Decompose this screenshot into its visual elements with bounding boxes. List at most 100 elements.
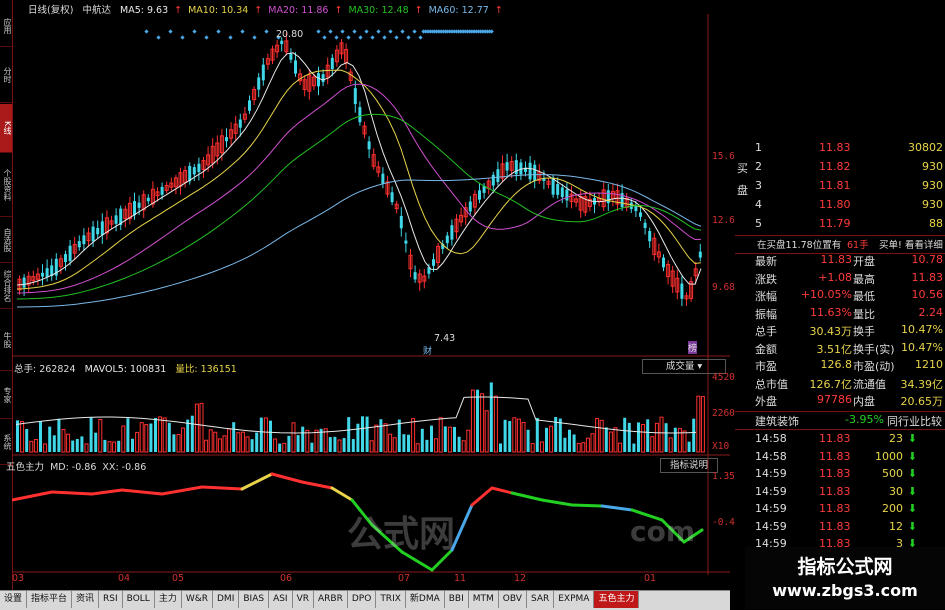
volume-bar xyxy=(126,418,130,452)
indicator-tab[interactable]: ARBR xyxy=(314,591,348,608)
x-axis-label: 03 xyxy=(12,573,25,584)
indicator-tab[interactable]: RSI xyxy=(99,591,123,608)
volume-bar xyxy=(646,419,650,452)
kline-chart-area[interactable]: 日线(复权) 中航达 MA5: 9.63 ↑ MA10: 10.34 ↑ MA20: 1… xyxy=(6,0,741,584)
candle-body xyxy=(114,215,118,224)
indicator-tab[interactable]: DPO xyxy=(347,591,377,608)
volume-bar xyxy=(590,433,595,453)
indicator-tab[interactable]: 新DMA xyxy=(405,591,445,608)
quote-value: 30.43万 xyxy=(809,325,853,338)
indicator-tab[interactable]: DMI xyxy=(213,591,240,608)
five-color-segment xyxy=(240,472,274,491)
volume-bar xyxy=(337,439,342,453)
indicator-tab[interactable]: TRIX xyxy=(376,591,406,608)
candle-body xyxy=(197,163,201,173)
left-tab[interactable]: 自选股 xyxy=(0,218,12,263)
candle-body xyxy=(639,212,642,217)
volume-bar xyxy=(604,427,608,452)
indicator-axis-top: 1.35 xyxy=(712,471,735,482)
candle-body xyxy=(68,245,72,262)
indicator-tab[interactable]: MTM xyxy=(468,591,499,608)
tick-price: 11.83 xyxy=(819,432,851,445)
order-level: 2 xyxy=(755,160,762,173)
finance-marker[interactable]: 财 xyxy=(423,344,432,357)
tick-time: 14:59 xyxy=(755,519,787,533)
indicator-tab[interactable]: ASI xyxy=(269,591,293,608)
signal-diamond xyxy=(370,35,375,40)
indicator-tab[interactable]: W&R xyxy=(181,591,213,608)
candle-body xyxy=(294,60,297,74)
signal-diamond xyxy=(406,35,411,40)
candle-body xyxy=(317,73,320,87)
quote-value: 97786 xyxy=(817,393,852,406)
indicator-help-button[interactable]: 指标说明 xyxy=(660,458,718,473)
watermark-title: 指标公式网 xyxy=(797,556,893,578)
signal-diamond xyxy=(489,29,494,34)
volume-bar xyxy=(139,422,144,453)
volume-bar xyxy=(84,443,89,453)
rank-marker[interactable]: 榜 xyxy=(688,341,698,354)
indicator-tab[interactable]: SAR xyxy=(526,591,555,608)
volume-bar xyxy=(673,427,677,452)
volume-bar xyxy=(618,442,623,453)
five-color-segment xyxy=(600,504,634,512)
volume-bar xyxy=(20,421,25,453)
candle-body xyxy=(634,205,638,212)
left-tab[interactable]: K线 xyxy=(0,104,12,153)
volume-bar xyxy=(568,429,571,452)
volume-bar xyxy=(503,419,507,452)
candle-body xyxy=(551,177,555,195)
sector-row[interactable]: 建筑装饰 -3.95% 同行业比较 xyxy=(735,411,945,430)
quote-panel: 买盘 1 11.83 30802 2 11.82 930 3 11.81 930 4 11.80 930… xyxy=(735,140,945,590)
candle-body xyxy=(528,162,532,180)
order-book-row[interactable]: 3 11.81 930 xyxy=(735,178,945,195)
x-axis-label: 04 xyxy=(118,573,131,584)
order-book-row[interactable]: 5 11.79 88 xyxy=(735,216,945,233)
volume-bar xyxy=(273,438,278,453)
tick-row: 14:58 11.83 23 ⬇ xyxy=(735,431,945,448)
indicator-tab[interactable]: 指标平台 xyxy=(27,591,73,608)
candle-body xyxy=(100,221,104,236)
signal-diamond xyxy=(388,29,393,34)
sector-compare-button[interactable]: 同行业比较 xyxy=(887,413,942,429)
indicator-tab[interactable]: 资讯 xyxy=(72,591,100,608)
indicator-tab[interactable]: 设置 xyxy=(0,591,28,608)
left-tab[interactable]: 专家 xyxy=(0,372,12,419)
order-book-row[interactable]: 4 11.80 930 xyxy=(735,197,945,214)
indicator-tab[interactable]: BOLL xyxy=(122,591,155,608)
signal-diamond xyxy=(180,35,185,40)
order-book-row[interactable]: 1 11.83 30802 xyxy=(735,140,945,157)
volume-bar xyxy=(33,439,38,453)
left-tab[interactable]: 应用 xyxy=(0,6,12,47)
quote-row: 总手 30.43万 换手 10.47% xyxy=(735,322,945,339)
order-status-action[interactable]: 买单! 看看详细 xyxy=(879,237,943,251)
indicator-tab[interactable]: VR xyxy=(292,591,315,608)
quote-value: 20.65万 xyxy=(900,395,944,408)
quote-row: 市盈 126.8 市盈(动) 1210 xyxy=(735,357,945,374)
down-arrow-icon: ⬇ xyxy=(907,502,917,515)
indicator-tab[interactable]: EXPMA xyxy=(554,591,595,608)
volume-bar xyxy=(572,434,576,452)
left-tab[interactable]: 个股资料 xyxy=(0,154,12,217)
tick-price: 11.83 xyxy=(819,519,851,533)
order-book-row[interactable]: 2 11.82 930 xyxy=(735,159,945,176)
five-color-segment xyxy=(490,486,514,495)
indicator-tab[interactable]: OBV xyxy=(498,591,527,608)
candle-body xyxy=(662,257,665,268)
candle-body xyxy=(45,268,49,278)
left-tab[interactable]: 综合排名 xyxy=(0,264,12,309)
signal-diamond xyxy=(376,29,381,34)
volume-bar xyxy=(204,439,209,453)
left-tab[interactable]: 分时 xyxy=(0,48,12,103)
volume-bar xyxy=(43,443,48,453)
signal-diamond xyxy=(382,35,387,40)
indicator-tab[interactable]: BBI xyxy=(444,591,469,608)
indicator-tab[interactable]: BIAS xyxy=(239,591,270,608)
candle-body xyxy=(22,277,26,288)
volume-bar xyxy=(287,435,291,452)
indicator-tab[interactable]: 主力 xyxy=(154,591,182,608)
left-tab[interactable]: 牛股 xyxy=(0,310,12,371)
tick-row: 14:59 11.83 500 ⬇ xyxy=(735,466,945,483)
indicator-tab[interactable]: 五色主力 xyxy=(594,591,640,608)
quote-label: 市盈 xyxy=(755,360,777,373)
